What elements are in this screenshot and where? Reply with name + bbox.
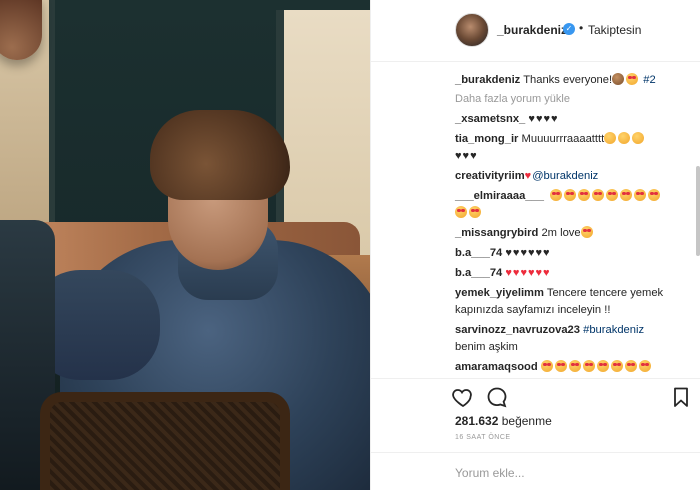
comment-input[interactable]: [455, 463, 685, 483]
heart-eyes-emoji-icon: [620, 189, 633, 201]
list-item: b.a___74 ♥♥♥♥♥♥: [455, 245, 673, 262]
kiss-emoji-icon: [632, 132, 645, 144]
post-timestamp[interactable]: 16 SAAT ÖNCE: [455, 434, 511, 441]
comment-username[interactable]: _xsametsnx_: [455, 113, 525, 125]
comment-text-hearts: ♥♥♥: [455, 150, 478, 162]
comment-username[interactable]: _missangrybird: [455, 227, 538, 239]
load-more-comments-button[interactable]: Daha fazla yorum yükle: [455, 93, 691, 105]
heart-eyes-emoji-icon: [606, 189, 619, 201]
heart-eyes-emoji-icon: [550, 189, 563, 201]
comment-text: benim aşkim: [455, 341, 518, 353]
comment-icon[interactable]: [485, 385, 509, 409]
heart-eyes-emoji-icon: [564, 189, 577, 201]
comment-text: 2m love: [541, 227, 581, 239]
heart-eyes-emoji-icon: [582, 360, 595, 372]
post-detail-panel: _burakdeniz ✓ • Takiptesin _burakdeniz T…: [370, 0, 700, 490]
comment-username[interactable]: amaramaqsood: [455, 361, 538, 373]
caption-username[interactable]: _burakdeniz: [455, 74, 520, 86]
heart-eyes-emoji-icon: [596, 360, 609, 372]
list-item: _missangrybird 2m love: [455, 225, 673, 242]
heart-eyes-emoji-icon: [554, 360, 567, 372]
caption: _burakdeniz Thanks everyone! #2: [455, 72, 673, 89]
likes-number: 281.632: [455, 414, 499, 428]
bookmark-icon[interactable]: [669, 385, 693, 409]
list-item: sarvinozz_navruzova23 #burakdeniz benim …: [455, 322, 673, 356]
list-item: _xsametsnx_ ♥♥♥♥: [455, 111, 673, 128]
heart-eyes-emoji-icon: [540, 360, 553, 372]
heart-icon[interactable]: [451, 385, 475, 409]
add-comment-bar: [371, 452, 700, 490]
comment-text: ♥♥♥♥♥♥: [505, 247, 551, 259]
caption-hashtag[interactable]: #2: [643, 74, 655, 86]
comment-username[interactable]: sarvinozz_navruzova23: [455, 324, 580, 336]
caption-text: Thanks everyone!: [523, 74, 613, 86]
comment-username[interactable]: b.a___74: [455, 267, 502, 279]
comment-username[interactable]: yemek_yiyelimm: [455, 287, 544, 299]
list-item: amaramaqsood: [455, 359, 673, 375]
heart-eyes-emoji-icon: [469, 206, 481, 218]
heart-eyes-emoji-icon: [578, 189, 591, 201]
comment-username[interactable]: b.a___74: [455, 247, 502, 259]
photo-lamp: [0, 0, 42, 60]
comment-username[interactable]: tia_mong_ir: [455, 133, 518, 145]
comment-mention[interactable]: @burakdeniz: [532, 170, 598, 182]
list-item: tia_mong_ir Muuuurrraaaatttt ♥♥♥: [455, 131, 673, 165]
scrollbar-thumb[interactable]: [696, 166, 700, 256]
heart-eyes-emoji-icon: [455, 206, 467, 218]
heart-eyes-emoji-icon: [568, 360, 581, 372]
avatar[interactable]: [455, 13, 489, 47]
comment-hashtag[interactable]: #burakdeniz: [583, 324, 644, 336]
kiss-emoji-icon: [604, 132, 617, 144]
comment-text: Muuuurrraaaatttt: [521, 133, 605, 145]
list-item: creativityriim♥@burakdeniz: [455, 168, 673, 185]
likes-label: beğenme: [501, 414, 552, 428]
separator-dot: •: [579, 21, 584, 35]
heart-eyes-emoji-icon: [624, 360, 637, 372]
comments-list[interactable]: _burakdeniz Thanks everyone! #2 Daha faz…: [371, 72, 691, 375]
photo-person-hair: [150, 110, 290, 200]
following-button[interactable]: Takiptesin: [588, 23, 641, 37]
verified-badge-icon: ✓: [563, 23, 575, 35]
list-item: ___elmiraaaa___: [455, 188, 673, 222]
list-item: yemek_yiyelimm Tencere tencere yemek kap…: [455, 285, 673, 319]
photo-chair: [40, 392, 290, 490]
heart-eyes-emoji-icon: [638, 360, 651, 372]
header-username[interactable]: _burakdeniz: [497, 23, 567, 37]
heart-eyes-emoji-icon: [610, 360, 623, 372]
comments-scrollbar[interactable]: [696, 66, 700, 372]
heart-eyes-emoji-icon: [592, 189, 605, 201]
likes-count[interactable]: 281.632 beğenme: [455, 414, 552, 428]
post-actions: [371, 378, 700, 414]
comment-text: ♥♥♥♥♥♥: [505, 267, 551, 279]
post-photo[interactable]: [0, 0, 370, 490]
heart-eyes-emoji-icon: [648, 189, 661, 201]
kiss-emoji-icon: [618, 132, 631, 144]
list-item: b.a___74 ♥♥♥♥♥♥: [455, 265, 673, 282]
heart-eyes-emoji-icon: [626, 73, 639, 85]
post-header: _burakdeniz ✓ • Takiptesin: [371, 0, 700, 62]
comment-text: ♥♥♥♥: [528, 113, 559, 125]
emoji-icon: [612, 73, 625, 85]
heart-eyes-emoji-icon: [580, 226, 593, 238]
heart-eyes-emoji-icon: [634, 189, 647, 201]
comment-username[interactable]: ___elmiraaaa___: [455, 190, 544, 202]
comment-username[interactable]: creativityriim: [455, 170, 525, 182]
